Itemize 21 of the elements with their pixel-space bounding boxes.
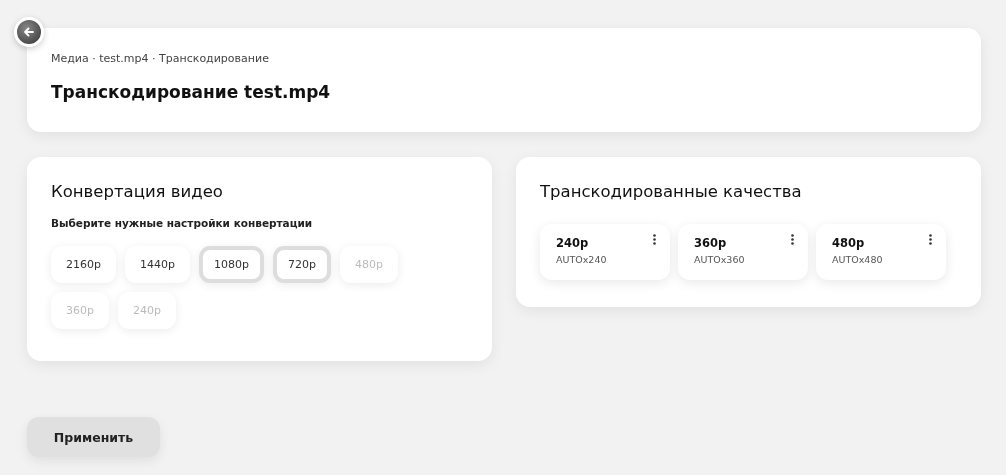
- resolution-chip[interactable]: 720p: [272, 246, 331, 283]
- card-title: Транскодированные качества: [540, 182, 803, 201]
- quality-size: AUTOx240: [556, 254, 607, 265]
- quality-name: 360p: [694, 236, 728, 250]
- quality-name: 480p: [832, 236, 866, 250]
- arrow-left-icon: [23, 26, 35, 38]
- card-subtitle: Выберите нужные настройки конвертации: [51, 217, 314, 229]
- quality-name: 240p: [556, 236, 590, 250]
- breadcrumb: Медиа · test.mp4 · Транскодирование: [51, 52, 270, 65]
- back-button[interactable]: [14, 17, 44, 47]
- resolution-chip[interactable]: 2160p: [51, 246, 116, 283]
- card-title: Конвертация видео: [51, 182, 224, 201]
- resolution-chip[interactable]: 1080p: [198, 246, 264, 283]
- page-title: Транскодирование test.mp4: [51, 82, 332, 102]
- quality-size: AUTOx480: [832, 254, 883, 265]
- resolution-chip[interactable]: 1440p: [125, 246, 190, 283]
- more-icon[interactable]: [929, 234, 932, 245]
- more-icon[interactable]: [791, 234, 794, 245]
- apply-button[interactable]: Применить: [27, 417, 160, 457]
- quality-size: AUTOx360: [694, 254, 745, 265]
- more-icon[interactable]: [653, 234, 656, 245]
